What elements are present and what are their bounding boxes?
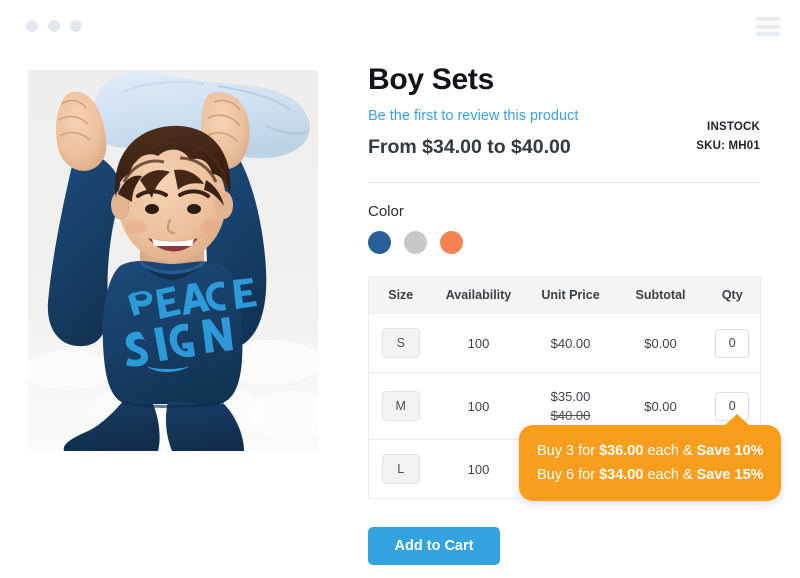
- review-link[interactable]: Be the first to review this product: [368, 108, 578, 124]
- tier-price: $36.00: [599, 443, 644, 459]
- tier-prefix: Buy 3 for: [537, 443, 600, 459]
- tier-price-line: Buy 6 for $34.00 each & Save 15%: [537, 463, 764, 487]
- tier-middle: each &: [643, 467, 697, 483]
- product-page: Boy Sets Be the first to review this pro…: [0, 52, 800, 578]
- browser-titlebar: [0, 0, 800, 52]
- tier-price-tooltip: Buy 3 for $36.00 each & Save 10% Buy 6 f…: [519, 414, 781, 501]
- tier-save: Save 15%: [696, 467, 764, 483]
- unit-price-original: $40.00: [550, 408, 591, 423]
- cell-subtotal: $0.00: [616, 313, 705, 373]
- stock-info: INSTOCK SKU: MH01: [696, 118, 760, 156]
- unit-price-current: $35.00: [550, 389, 591, 404]
- cell-qty: [704, 313, 761, 373]
- tier-price: $34.00: [599, 467, 644, 483]
- tier-price-line: Buy 3 for $36.00 each & Save 10%: [537, 439, 764, 463]
- add-to-cart-button[interactable]: Add to Cart: [368, 527, 500, 565]
- window-dot-3[interactable]: [70, 20, 82, 32]
- column-header-size: Size: [368, 276, 433, 314]
- column-header-unit-price: Unit Price: [524, 276, 617, 314]
- cell-availability: 100: [432, 372, 525, 440]
- hamburger-bar-3: [756, 32, 780, 36]
- hamburger-menu-icon[interactable]: [756, 17, 780, 36]
- qty-input[interactable]: [715, 328, 750, 358]
- window-dot-1[interactable]: [26, 20, 38, 32]
- page-title: Boy Sets: [368, 63, 494, 96]
- table-header-row: Size Availability Unit Price Subtotal Qt…: [368, 276, 761, 314]
- sku-label: SKU: MH01: [696, 140, 760, 152]
- window-dot-2[interactable]: [48, 20, 60, 32]
- window-controls: [26, 20, 82, 32]
- color-label: Color: [368, 203, 404, 220]
- tier-prefix: Buy 6 for: [537, 467, 600, 483]
- cell-size: L: [368, 439, 433, 499]
- product-image[interactable]: [28, 70, 318, 451]
- table-row: S 100 $40.00 $0.00: [368, 313, 761, 373]
- color-swatch-blue[interactable]: [368, 231, 391, 254]
- cell-unit-price: $40.00: [524, 313, 617, 373]
- color-swatch-orange[interactable]: [440, 231, 463, 254]
- price-row: From $34.00 to $40.00 INSTOCK SKU: MH01: [368, 121, 760, 174]
- tier-save: Save 10%: [696, 443, 764, 459]
- tooltip-arrow-icon: [724, 414, 750, 426]
- column-header-subtotal: Subtotal: [616, 276, 705, 314]
- hamburger-bar-2: [756, 24, 780, 29]
- color-swatch-gray[interactable]: [404, 231, 427, 254]
- cell-size: M: [368, 372, 433, 440]
- size-chip[interactable]: S: [381, 328, 420, 358]
- unit-price-current: $40.00: [550, 335, 591, 351]
- column-header-availability: Availability: [432, 276, 525, 314]
- color-swatch-group: [368, 231, 760, 254]
- hamburger-bar-1: [756, 17, 780, 21]
- tier-middle: each &: [643, 443, 697, 459]
- status-badge: INSTOCK: [707, 121, 760, 133]
- cell-availability: 100: [432, 439, 525, 499]
- size-chip[interactable]: L: [381, 454, 420, 484]
- cell-size: S: [368, 313, 433, 373]
- section-divider: [368, 182, 760, 183]
- size-chip[interactable]: M: [381, 391, 420, 421]
- browser-window: Boy Sets Be the first to review this pro…: [0, 0, 800, 578]
- column-header-qty: Qty: [704, 276, 761, 314]
- cell-availability: 100: [432, 313, 525, 373]
